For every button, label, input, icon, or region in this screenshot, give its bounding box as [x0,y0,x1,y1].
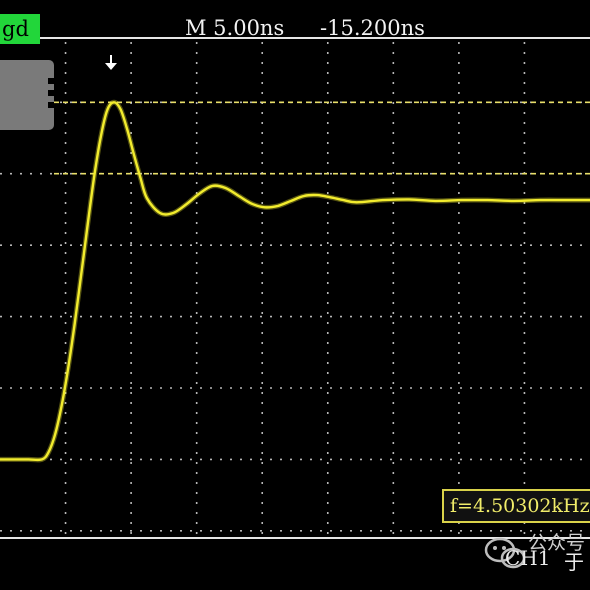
waveform-trace [0,101,590,462]
channel-label[interactable]: CH1 [505,546,550,570]
data-point-11 [93,174,96,177]
channel-panel[interactable] [0,60,54,130]
data-point-19 [145,197,148,199]
data-point-35 [355,201,358,204]
data-point-43 [565,199,568,202]
data-point-21 [172,212,174,214]
oscilloscope-screen: gd M 5.00ns -15.200ns f=4.50302kHz 公众号 C… [0,0,590,590]
data-point-16 [126,128,129,131]
data-point-23 [198,192,201,195]
data-point-14 [113,101,115,104]
data-point-18 [139,176,142,179]
data-point-9 [80,272,83,275]
data-point-39 [460,199,463,202]
channel-suffix: 于 [564,550,584,574]
data-point-26 [237,194,240,197]
data-point-30 [290,199,292,202]
data-point-17 [132,152,135,155]
data-point-27 [250,202,253,205]
data-point-22 [185,203,188,206]
data-point-42 [539,199,542,202]
frequency-readout: f=4.50302kHz [442,489,590,523]
data-point-25 [224,187,227,189]
data-point-31 [303,194,306,197]
data-point-40 [486,199,489,202]
status-badge: gd [0,14,40,44]
data-point-2 [27,458,30,461]
data-point-33 [329,196,332,199]
data-point-32 [316,194,319,197]
waveform-glow [0,99,590,463]
data-point-10 [86,222,89,225]
data-point-38 [434,199,437,202]
data-point-4 [47,451,50,454]
data-point-29 [277,204,279,207]
data-point-6 [60,404,63,407]
data-point-20 [159,212,161,214]
data-point-41 [513,199,515,202]
data-point-3 [41,458,43,461]
data-point-1 [14,458,17,461]
data-point-28 [263,206,266,209]
data-point-7 [67,367,70,369]
data-point-12 [100,134,102,137]
data-point-24 [211,184,214,187]
data-point-34 [342,199,345,202]
data-point-13 [106,108,109,111]
data-point-15 [119,108,122,111]
timebase-readout: M 5.00ns [185,16,285,40]
data-point-8 [73,322,76,325]
data-point-37 [408,198,410,201]
data-point-5 [54,433,56,436]
data-point-36 [381,199,384,202]
delay-readout: -15.200ns [320,16,425,40]
panel-notch-decoration [48,78,54,108]
